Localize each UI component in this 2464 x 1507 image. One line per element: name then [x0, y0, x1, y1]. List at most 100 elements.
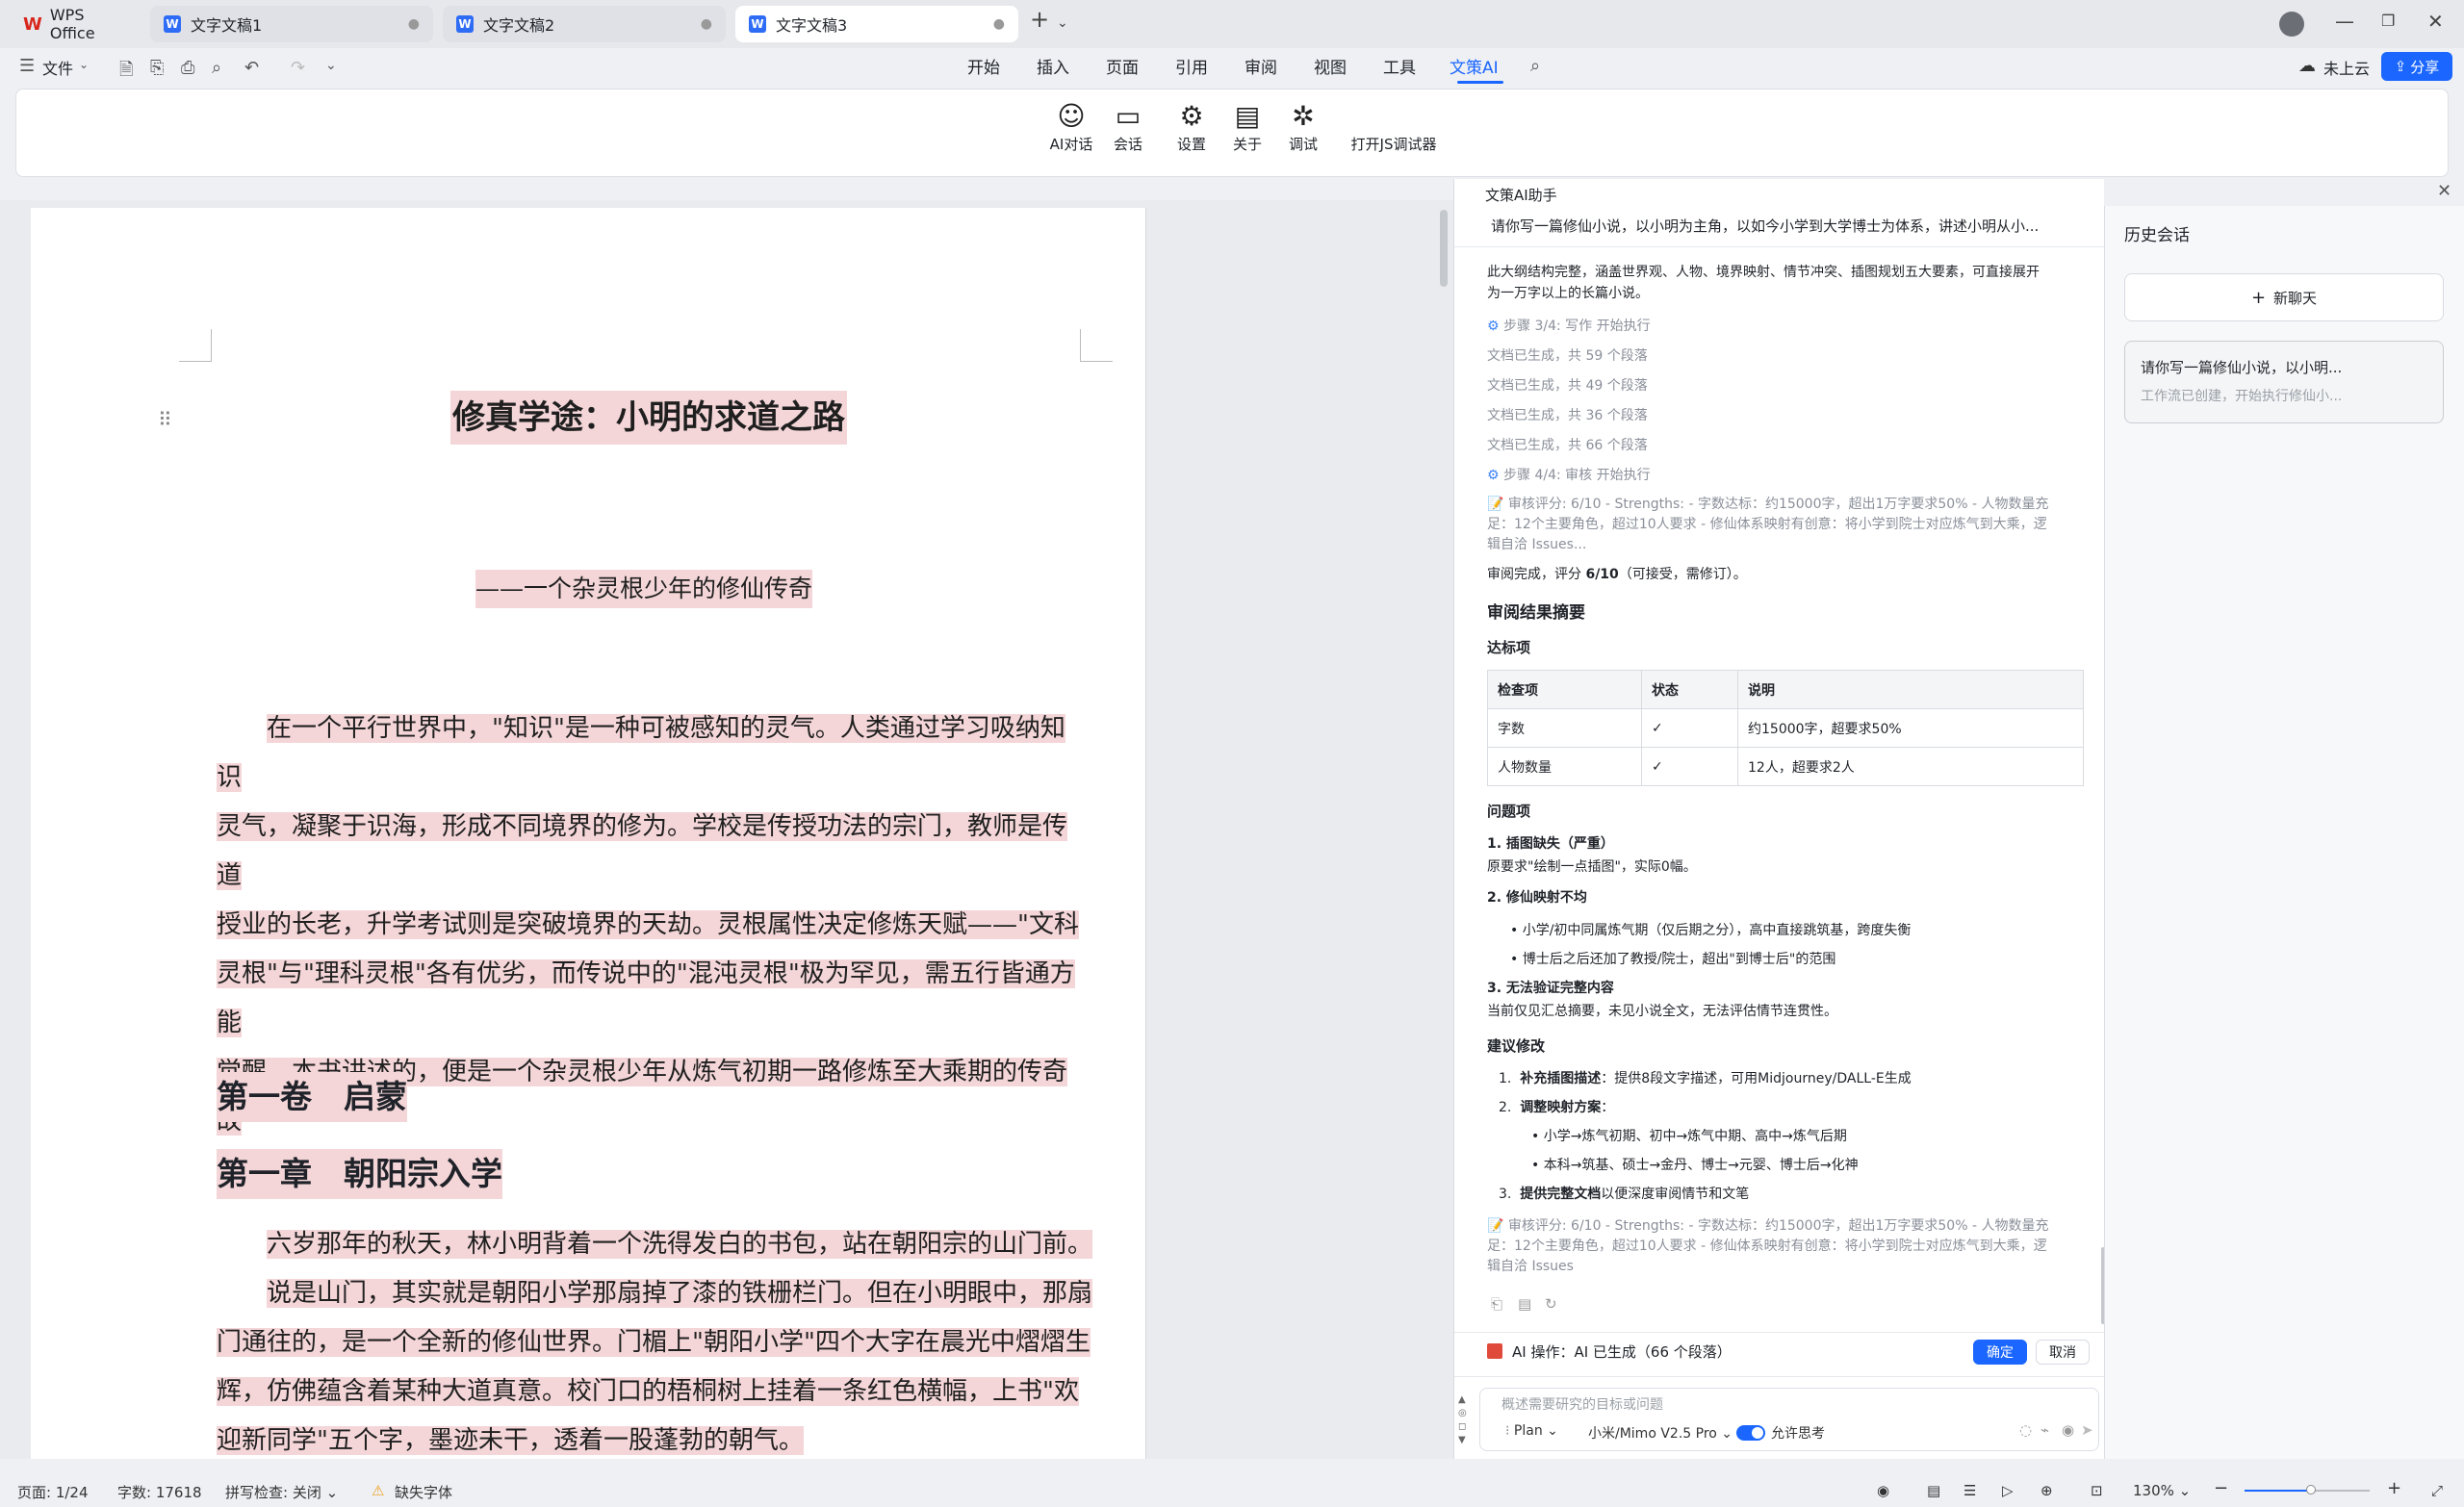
- debug-button[interactable]: ✲ 调试: [1279, 99, 1327, 154]
- restore-icon[interactable]: ❐: [2381, 12, 2395, 30]
- target-icon[interactable]: ◉: [2062, 1421, 2074, 1439]
- attach-icon[interactable]: ⌁: [2040, 1421, 2049, 1439]
- tab-reference[interactable]: 引用: [1175, 54, 1208, 78]
- tab-doc-1[interactable]: W 文字文稿1 ●: [150, 6, 433, 42]
- list-item: • 本科→筑基、硕士→金丹、博士→元婴、博士后→化神: [1531, 1158, 1859, 1173]
- new-chat-label: 新聊天: [2273, 289, 2318, 307]
- settings-button[interactable]: ⚙ 设置: [1168, 99, 1216, 154]
- page-indicator[interactable]: 页面: 1/24: [17, 1482, 89, 1502]
- print-icon[interactable]: ⎙: [181, 58, 194, 78]
- document-icon: W: [164, 15, 181, 33]
- word-count[interactable]: 字数: 17618: [117, 1482, 202, 1502]
- step-text: 步骤 3/4: 写作 开始执行: [1503, 319, 1651, 334]
- chat-input-box[interactable]: 概述需要研究的目标或问题 ⁝ Plan ⌄ 小米/Mimo V2.5 Pro ⌄…: [1479, 1388, 2099, 1451]
- file-menu[interactable]: 文件: [42, 56, 73, 79]
- hamburger-menu-icon[interactable]: ☰: [19, 56, 35, 76]
- redo-icon[interactable]: ↷: [291, 58, 305, 78]
- intro-line: 灵气，凝聚于识海，形成不同境界的修为。学校是传授功法的宗门，教师是传道: [217, 812, 1068, 890]
- print-preview-icon[interactable]: ⌕: [212, 58, 221, 78]
- gear-icon: ⚙: [1179, 100, 1204, 132]
- divider: [1454, 246, 2105, 247]
- summary-line: 此大纲结构完整，涵盖世界观、人物、境界映射、情节冲突、插图规划五大要素，可直接展…: [1487, 265, 2040, 280]
- ai-op-indicator-icon: [1487, 1343, 1502, 1359]
- close-window-icon[interactable]: ✕: [2427, 10, 2444, 33]
- body-line: 说是山门，其实就是朝阳小学那扇掉了漆的铁栅栏门。但在小明眼中，那扇: [267, 1279, 1093, 1308]
- more-tools-chevron-icon[interactable]: ⌄: [325, 58, 337, 73]
- tab-doc-3[interactable]: W 文字文稿3 ●: [735, 6, 1018, 42]
- tab-view[interactable]: 视图: [1314, 54, 1347, 78]
- tab-dot-icon[interactable]: ●: [701, 16, 712, 32]
- file-chevron-icon[interactable]: ⌄: [79, 58, 89, 71]
- plan-selector[interactable]: ⁝ Plan ⌄: [1505, 1423, 1558, 1439]
- session-button[interactable]: ▭ 会话: [1104, 99, 1152, 154]
- drag-handle-icon[interactable]: ⠿: [158, 408, 172, 431]
- ribbon-label: 打开JS调试器: [1350, 136, 1437, 153]
- fullscreen-icon[interactable]: ⤢: [2431, 1482, 2443, 1499]
- tab-tools[interactable]: 工具: [1383, 54, 1416, 78]
- export-icon[interactable]: ⎘: [150, 58, 164, 78]
- tab-wps-office[interactable]: W WPS Office: [10, 6, 144, 42]
- web-view-icon[interactable]: ⊕: [2040, 1482, 2053, 1499]
- body-line: 六岁那年的秋天，林小明背着一个洗得发白的书包，站在朝阳宗的山门前。: [267, 1230, 1093, 1259]
- ai-chat-button[interactable]: ☺ AI对话: [1042, 99, 1100, 154]
- volume-heading[interactable]: 第一卷 启蒙: [217, 1072, 407, 1122]
- cloud-status[interactable]: 未上云: [2323, 56, 2370, 79]
- eye-icon[interactable]: ◉: [1877, 1482, 1889, 1499]
- new-tab-plus-icon[interactable]: +: [1030, 6, 1049, 33]
- panel-side-controls[interactable]: ▲ ◎ ◻ ▼: [1458, 1393, 1467, 1447]
- cancel-button[interactable]: 取消: [2036, 1340, 2090, 1365]
- zoom-level[interactable]: 130% ⌄: [2133, 1482, 2191, 1499]
- chapter-body[interactable]: 六岁那年的秋天，林小明背着一个洗得发白的书包，站在朝阳宗的山门前。 说是山门，其…: [217, 1220, 1102, 1459]
- tab-wence-ai[interactable]: 文策AI: [1450, 54, 1499, 78]
- page-view-icon[interactable]: ▤: [1927, 1482, 1940, 1499]
- suggestion-text: ：: [1601, 1100, 1615, 1115]
- tab-list-chevron-icon[interactable]: ⌄: [1057, 15, 1068, 31]
- document-title[interactable]: 修真学途：小明的求道之路: [450, 391, 847, 445]
- undo-icon[interactable]: ↶: [244, 58, 259, 78]
- table-row: 人物数量 ✓ 12人，超要求2人: [1487, 747, 2084, 786]
- tab-insert[interactable]: 插入: [1037, 54, 1069, 78]
- zoom-slider-thumb[interactable]: [2306, 1485, 2316, 1494]
- confirm-button[interactable]: 确定: [1973, 1340, 2027, 1365]
- list-item: • 博士后之后还加了教授/院士，超出"到博士后"的范围: [1510, 952, 1836, 967]
- copy-icon[interactable]: ▤: [1518, 1295, 1531, 1313]
- play-icon[interactable]: ▷: [2002, 1482, 2014, 1499]
- outline-view-icon[interactable]: ☰: [1964, 1482, 1976, 1499]
- close-ai-panel-icon[interactable]: ✕: [2437, 181, 2451, 201]
- zoom-in-icon[interactable]: +: [2387, 1478, 2401, 1498]
- tab-page[interactable]: 页面: [1106, 54, 1139, 78]
- open-js-debugger-button[interactable]: 打开JS调试器: [1331, 134, 1456, 154]
- suggest-title: 建议修改: [1487, 1037, 1546, 1055]
- fit-page-icon[interactable]: ⊡: [2091, 1482, 2103, 1499]
- refresh-icon[interactable]: ↻: [1545, 1295, 1557, 1313]
- zoom-out-icon[interactable]: −: [2214, 1478, 2228, 1498]
- document-page[interactable]: ⠿ 修真学途：小明的求道之路 ——一个杂灵根少年的修仙传奇 在一个平行世界中，"…: [31, 208, 1146, 1459]
- share-button[interactable]: ⇪ 分享: [2381, 52, 2452, 81]
- divider: [1454, 1332, 2105, 1333]
- model-selector[interactable]: 小米/Mimo V2.5 Pro ⌄: [1588, 1423, 1732, 1443]
- review-done: 审阅完成，评分 6/10（可接受，需修订）。: [1487, 564, 1747, 583]
- think-toggle[interactable]: [1736, 1425, 1765, 1441]
- history-item[interactable]: 请你写一篇修仙小说，以小明... 工作流已创建，开始执行修仙小...: [2124, 341, 2444, 423]
- tab-dot-icon[interactable]: ●: [408, 16, 420, 32]
- gear-icon: ⚙: [1487, 319, 1504, 334]
- spell-check[interactable]: 拼写检查: 关闭 ⌄: [225, 1482, 338, 1502]
- search-icon[interactable]: ⌕: [1530, 56, 1540, 76]
- tab-review[interactable]: 审阅: [1245, 54, 1277, 78]
- minimize-icon[interactable]: —: [2335, 10, 2354, 33]
- tab-doc-2[interactable]: W 文字文稿2 ●: [443, 6, 726, 42]
- tab-start[interactable]: 开始: [967, 54, 1000, 78]
- avatar[interactable]: [2279, 12, 2304, 37]
- missing-font[interactable]: 缺失字体: [395, 1482, 452, 1502]
- insert-icon[interactable]: ⎗: [1491, 1295, 1502, 1313]
- send-icon[interactable]: ➤: [2081, 1421, 2093, 1439]
- save-icon[interactable]: 🗎: [119, 58, 133, 87]
- chapter-heading[interactable]: 第一章 朝阳宗入学: [217, 1149, 502, 1199]
- document-subtitle[interactable]: ——一个杂灵根少年的修仙传奇: [475, 570, 813, 608]
- spell-check-label: 拼写检查: 关闭: [225, 1484, 321, 1501]
- info-card-icon: ▤: [1234, 100, 1261, 132]
- tab-dot-icon[interactable]: ●: [993, 16, 1005, 32]
- about-button[interactable]: ▤ 关于: [1223, 99, 1271, 154]
- vertical-scrollbar-thumb[interactable]: [1440, 210, 1448, 287]
- new-chat-button[interactable]: + 新聊天: [2124, 273, 2444, 321]
